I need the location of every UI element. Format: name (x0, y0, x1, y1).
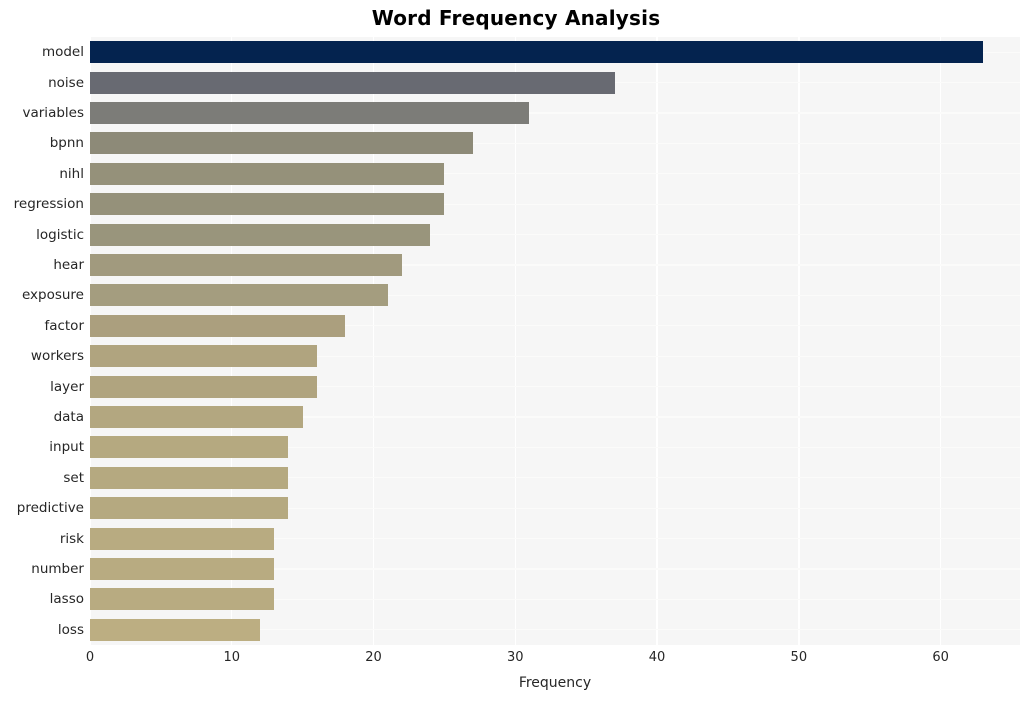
y-tick-predictive: predictive (16, 500, 84, 517)
bar-input (90, 436, 289, 459)
x-tick-30: 30 (507, 650, 524, 665)
x-axis-tick-labels: 0 10 20 30 40 50 60 (0, 650, 1032, 672)
bar-lasso (90, 588, 275, 611)
x-tick-50: 50 (790, 650, 808, 665)
plot-area (90, 37, 1020, 645)
y-tick-noise: noise (48, 74, 84, 91)
gridline-x-10 (231, 37, 233, 645)
gridline-x-60 (939, 37, 942, 645)
bar-set (90, 466, 289, 489)
bar-number (90, 558, 275, 580)
gridline-x-30 (514, 37, 516, 645)
bar-data (90, 406, 303, 428)
y-tick-regression: regression (13, 196, 84, 213)
bar-model (90, 41, 984, 64)
y-tick-loss: loss (57, 621, 84, 638)
y-tick-logistic: logistic (36, 226, 84, 243)
y-tick-bpnn: bpnn (49, 135, 84, 152)
gridline-x-50 (798, 37, 800, 645)
bar-predictive (90, 497, 289, 520)
chart-title: Word Frequency Analysis (371, 6, 661, 30)
bar-regression (90, 193, 445, 216)
word-frequency-chart-figure: Word Frequency Analysis model noise variab… (0, 0, 1032, 701)
x-tick-0: 0 (85, 650, 95, 665)
y-tick-lasso: lasso (49, 591, 84, 608)
bar-hear (90, 254, 402, 276)
y-tick-workers: workers (30, 348, 84, 365)
bar-workers (90, 345, 317, 368)
y-tick-nihl: nihl (59, 165, 84, 182)
bar-bpnn (90, 132, 473, 155)
y-tick-factor: factor (44, 317, 84, 334)
y-tick-hear: hear (53, 257, 84, 273)
bar-exposure (90, 284, 388, 307)
y-tick-variables: variables (22, 105, 85, 121)
y-tick-set: set (63, 469, 84, 486)
gridline-x-0 (90, 37, 91, 645)
x-tick-40: 40 (648, 650, 666, 665)
x-tick-20: 20 (365, 650, 382, 665)
y-tick-exposure: exposure (21, 287, 84, 304)
x-tick-10: 10 (223, 650, 241, 665)
bar-logistic (90, 223, 431, 246)
bar-variables (90, 102, 530, 124)
gridline-x-40 (656, 37, 658, 645)
bar-layer (90, 375, 317, 398)
y-axis-tick-labels: model noise variables bpnn nihl regression log… (0, 37, 84, 645)
y-tick-layer: layer (50, 378, 84, 395)
bar-factor (90, 314, 346, 337)
x-axis-title: Frequency (518, 675, 592, 691)
y-tick-risk: risk (59, 530, 84, 547)
x-tick-60: 60 (932, 650, 949, 665)
y-tick-data: data (53, 409, 84, 425)
bar-loss (90, 618, 261, 641)
bar-risk (90, 527, 275, 550)
bar-noise (90, 71, 615, 94)
bar-nihl (90, 162, 445, 185)
y-tick-model: model (41, 44, 84, 61)
y-tick-number: number (31, 561, 84, 577)
gridline-x-20 (372, 37, 375, 645)
y-tick-input: input (49, 439, 84, 456)
